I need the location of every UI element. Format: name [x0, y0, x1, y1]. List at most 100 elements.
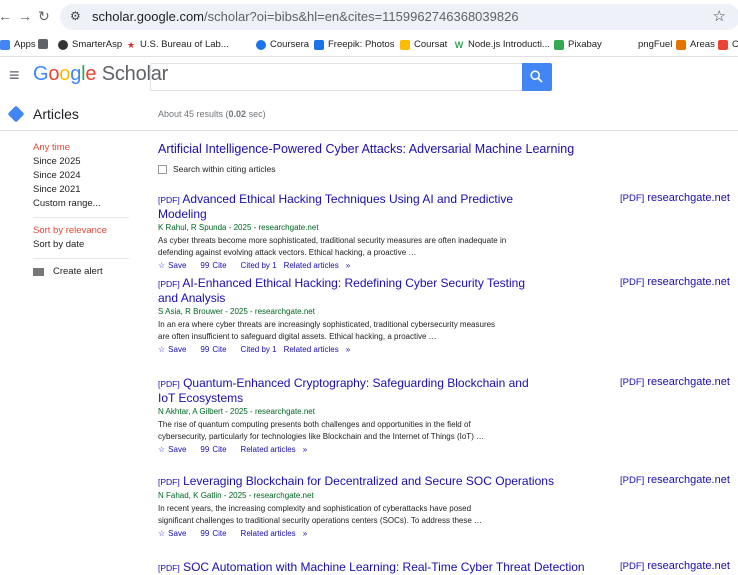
bookmark-nodejs[interactable]: W Node.js Introducti...	[454, 39, 550, 50]
coursat-icon	[400, 39, 410, 50]
search-within-checkbox[interactable]	[158, 164, 167, 174]
result-item: [PDF] Advanced Ethical Hacking Technique…	[158, 192, 738, 270]
result-title[interactable]: [PDF] Leveraging Blockchain for Decentra…	[158, 474, 578, 489]
result-title[interactable]: [PDF] Advanced Ethical Hacking Technique…	[158, 192, 542, 221]
bookmark-coursera[interactable]: Coursera	[256, 39, 309, 50]
divider	[33, 258, 129, 259]
coursera-icon	[256, 39, 266, 50]
result-side-link[interactable]: [PDF] researchgate.net	[620, 560, 730, 572]
bookmark-smarterasp[interactable]: SmarterAsp	[58, 39, 122, 50]
cite-button[interactable]: 99 Cite	[200, 345, 233, 354]
sort-by-date[interactable]: Sort by date	[33, 238, 143, 252]
back-icon[interactable]: ←	[0, 8, 12, 24]
nodejs-icon: W	[454, 39, 464, 50]
related-articles-link[interactable]: Related articles	[284, 261, 339, 270]
results-count: About 45 results (0.02 sec)	[158, 109, 266, 119]
result-side-link[interactable]: [PDF] researchgate.net	[620, 276, 730, 288]
filter-custom-range[interactable]: Custom range...	[33, 197, 143, 211]
browser-toolbar: ← → ↻ ⚙ scholar.google.com/scholar?oi=bi…	[0, 0, 738, 34]
versions-icon[interactable]: »	[346, 345, 350, 354]
bls-icon: ★	[126, 39, 136, 50]
bookmark-pixabay[interactable]: Pixabay	[554, 39, 602, 50]
bookmark-freepik[interactable]: Freepik: Photos	[314, 39, 395, 50]
bookmark-areas[interactable]: Areas	[676, 39, 715, 50]
menu-icon[interactable]: ≡	[9, 65, 20, 86]
result-side-link[interactable]: [PDF] researchgate.net	[620, 474, 730, 486]
search-within-option[interactable]: Search within citing articles	[158, 164, 738, 174]
cite-button[interactable]: 99 Cite	[200, 529, 233, 538]
bookmark-grid[interactable]	[38, 39, 52, 49]
save-button[interactable]: ☆ Save	[158, 529, 193, 538]
cited-by-link[interactable]: Cited by 1	[241, 261, 277, 270]
articles-label[interactable]: Articles	[33, 106, 79, 122]
related-articles-link[interactable]: Related articles	[241, 445, 296, 454]
search-input[interactable]	[150, 63, 522, 91]
result-item: [PDF] Leveraging Blockchain for Decentra…	[158, 474, 738, 538]
bookmark-star-icon[interactable]: ☆	[713, 7, 726, 25]
result-authors: N Fahad, K Gatlin - 2025 - researchgate.…	[158, 491, 314, 500]
filter-sidebar: Any time Since 2025 Since 2024 Since 202…	[33, 141, 143, 279]
filter-since-2025[interactable]: Since 2025	[33, 155, 143, 169]
bookmark-coursat[interactable]: Coursat	[400, 39, 447, 50]
forward-icon[interactable]: →	[18, 8, 32, 24]
filter-since-2024[interactable]: Since 2024	[33, 169, 143, 183]
save-button[interactable]: ☆ Save	[158, 445, 193, 454]
address-bar[interactable]: ⚙ scholar.google.com/scholar?oi=bibs&hl=…	[60, 4, 738, 30]
result-snippet: In an era where cyber threats are increa…	[158, 320, 496, 341]
result-side-link[interactable]: [PDF] researchgate.net	[620, 192, 730, 204]
result-actions: ☆ Save 99 Cite Cited by 1 Related articles…	[158, 261, 738, 270]
areas-icon	[676, 39, 686, 50]
quote-icon: 99	[200, 261, 210, 270]
bookmarks-bar: Apps SmarterAsp ★ U.S. Bureau of Lab... C…	[0, 35, 738, 57]
star-icon: ☆	[158, 445, 166, 454]
cite-button[interactable]: 99 Cite	[200, 261, 233, 270]
cited-article-title[interactable]: Artificial Intelligence-Powered Cyber At…	[158, 142, 738, 156]
divider	[33, 217, 129, 218]
bookmark-pngfuel[interactable]: pngFuel	[624, 39, 672, 50]
result-snippet: In recent years, the increasing complexi…	[158, 504, 483, 525]
result-title[interactable]: [PDF] AI-Enhanced Ethical Hacking: Redef…	[158, 276, 542, 305]
site-settings-icon[interactable]: ⚙	[70, 9, 81, 23]
result-authors: S Asia, R Brouwer - 2025 - researchgate.…	[158, 307, 315, 316]
pixabay-icon	[554, 39, 564, 50]
cite-button[interactable]: 99 Cite	[200, 445, 233, 454]
save-button[interactable]: ☆ Save	[158, 345, 193, 354]
bookmark-co[interactable]: Co	[718, 39, 738, 50]
quote-icon: 99	[200, 345, 210, 354]
filter-since-2021[interactable]: Since 2021	[33, 183, 143, 197]
filter-any-time[interactable]: Any time	[33, 141, 143, 155]
result-item: [PDF] Quantum-Enhanced Cryptography: Saf…	[158, 376, 738, 454]
related-articles-link[interactable]: Related articles	[241, 529, 296, 538]
versions-icon[interactable]: »	[303, 445, 307, 454]
create-alert-button[interactable]: Create alert	[33, 265, 143, 279]
result-actions: ☆ Save 99 Cite Cited by 1 Related articles…	[158, 345, 738, 354]
reload-icon[interactable]: ↻	[38, 8, 50, 24]
result-title[interactable]: [PDF] Quantum-Enhanced Cryptography: Saf…	[158, 376, 542, 405]
result-actions: ☆ Save 99 Cite Related articles »	[158, 445, 738, 454]
search-icon	[530, 70, 543, 83]
result-authors: N Akhtar, A Gilbert - 2025 - researchgat…	[158, 407, 315, 416]
articles-icon	[7, 105, 25, 123]
result-snippet: As cyber threats become more sophisticat…	[158, 236, 507, 257]
related-articles-link[interactable]: Related articles	[284, 345, 339, 354]
star-icon: ☆	[158, 345, 166, 354]
bookmark-apps[interactable]: Apps	[0, 39, 36, 50]
versions-icon[interactable]: »	[346, 261, 350, 270]
results-area: Artificial Intelligence-Powered Cyber At…	[158, 140, 738, 574]
quote-icon: 99	[200, 529, 210, 538]
bookmark-bls[interactable]: ★ U.S. Bureau of Lab...	[126, 39, 229, 50]
url-host: scholar.google.com	[92, 9, 205, 24]
mail-icon	[33, 268, 44, 276]
result-snippet: The rise of quantum computing presents b…	[158, 420, 485, 441]
scholar-header: ≡ Google Scholar	[0, 57, 738, 99]
search-button[interactable]	[522, 63, 552, 91]
scholar-logo[interactable]: Google Scholar	[33, 63, 168, 86]
save-button[interactable]: ☆ Save	[158, 261, 193, 270]
versions-icon[interactable]: »	[303, 529, 307, 538]
result-side-link[interactable]: [PDF] researchgate.net	[620, 376, 730, 388]
result-authors: K Rahul, R Spunda - 2025 - researchgate.…	[158, 223, 319, 232]
result-actions: ☆ Save 99 Cite Related articles »	[158, 529, 738, 538]
cited-by-link[interactable]: Cited by 1	[241, 345, 277, 354]
url-text[interactable]: scholar.google.com/scholar?oi=bibs&hl=en…	[92, 9, 519, 24]
sort-by-relevance[interactable]: Sort by relevance	[33, 224, 143, 238]
